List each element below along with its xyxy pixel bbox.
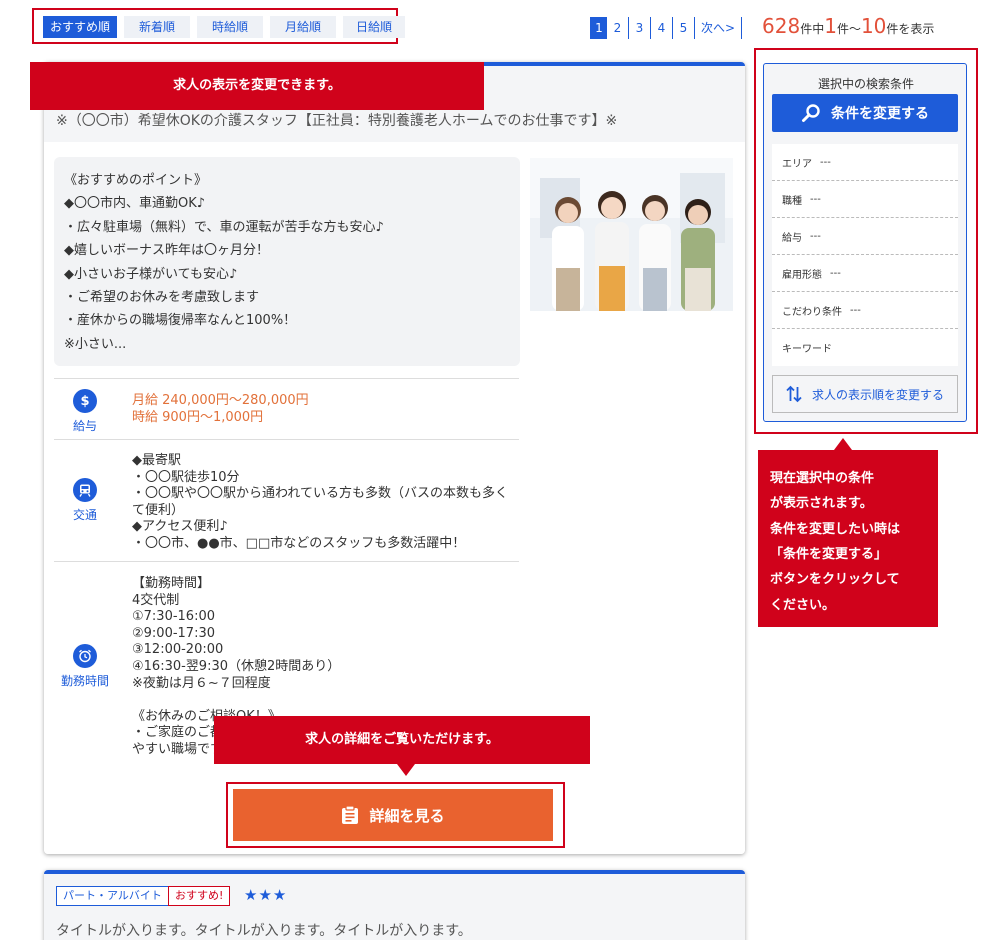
condition-area-label: エリア [782,158,812,170]
condition-salary: 給与 --- [772,218,958,255]
access-row: 交通 ◆最寄駅 ・〇〇駅徒歩10分 ・〇〇駅や〇〇駅から通われている方も多数（バ… [54,439,519,561]
alarm-clock-icon [73,644,97,668]
result-to: 10 [860,14,887,38]
clipboard-icon [342,805,359,824]
page-1-link[interactable]: 1 [590,17,606,39]
condition-employment-value: --- [830,267,841,279]
view-detail-button[interactable]: 詳細を見る [233,789,553,841]
recommend-tag: おすすめ! [168,886,231,906]
job-title[interactable]: ※（〇〇市）希望休OKの介護スタッフ【正社員：特別養護老人ホームでのお仕事です】… [56,110,617,130]
condition-keyword: キーワード [772,329,958,366]
condition-job-type: 職種 --- [772,181,958,218]
condition-callout: 現在選択中の条件 が表示されます。 条件を変更したい時は 「条件を変更する」 ボ… [758,438,938,627]
page-4-link[interactable]: 4 [650,17,672,39]
condition-job-type-value: --- [810,193,821,205]
salary-row: $ 給与 月給 240,000円～280,000円 時給 900円～1,000円 [54,378,519,439]
result-to-suffix: 件を表示 [886,22,935,36]
page-2-link[interactable]: 2 [606,17,628,39]
result-total: 628 [762,14,801,38]
sort-tab-monthly[interactable]: 月給順 [270,16,336,38]
sort-arrows-icon [786,385,802,403]
condition-callout-text: 現在選択中の条件 が表示されます。 条件を変更したい時は 「条件を変更する」 ボ… [770,471,901,613]
page-3-link[interactable]: 3 [628,17,650,39]
condition-employment: 雇用形態 --- [772,255,958,292]
sort-tab-newest[interactable]: 新着順 [124,16,190,38]
sort-callout: 求人の表示を変更できます。 [30,62,484,110]
result-count: 628件中1件～10件を表示 [762,14,934,38]
condition-salary-value: --- [810,230,821,242]
condition-employment-label: 雇用形態 [782,269,822,281]
result-total-suffix: 件中 [800,22,825,36]
hours-label-block: 勤務時間 [54,644,116,689]
next-page-link[interactable]: 次へ> [694,17,743,39]
recommend-points: 《おすすめのポイント》 ◆〇〇市内、車通勤OK♪ ・広々駐車場（無料）で、車の運… [54,157,520,366]
sort-tab-hourly[interactable]: 時給順 [197,16,263,38]
condition-job-type-label: 職種 [782,195,802,207]
condition-preferences: こだわり条件 --- [772,292,958,329]
job-title[interactable]: タイトルが入ります。タイトルが入ります。タイトルが入ります。 [56,920,472,940]
change-conditions-label: 条件を変更する [831,106,929,122]
condition-salary-label: 給与 [782,232,802,244]
page-5-link[interactable]: 5 [672,17,694,39]
result-from-suffix: 件～ [836,22,861,36]
employment-type-tag: パート・アルバイト [56,886,169,906]
sort-tab-recommended[interactable]: おすすめ順 [43,16,117,38]
change-order-label: 求人の表示順を変更する [811,387,944,402]
salary-value: 月給 240,000円～280,000円 時給 900円～1,000円 [132,393,309,425]
search-conditions-title: 選択中の検索条件 [817,77,914,91]
sort-tabs: おすすめ順 新着順 時給順 月給順 日給順 [43,16,405,38]
job-card: パート・アルバイト おすすめ! ★★★ タイトルが入ります。タイトルが入ります。… [44,870,745,940]
search-icon [802,104,820,122]
sort-tab-daily[interactable]: 日給順 [343,16,405,38]
condition-area-value: --- [820,156,831,168]
search-conditions-panel: 選択中の検索条件 条件を変更する エリア --- 職種 --- 給与 --- 雇用形態… [763,63,967,422]
access-label: 交通 [72,508,97,522]
hours-label: 勤務時間 [60,674,109,688]
staff-photo-illustration [530,158,733,311]
pagination: 1 2 3 4 5 次へ> [590,16,743,40]
access-label-block: 交通 [54,478,116,523]
recommend-points-text: 《おすすめのポイント》 ◆〇〇市内、車通勤OK♪ ・広々駐車場（無料）で、車の運… [64,173,384,352]
access-value: ◆最寄駅 ・〇〇駅徒歩10分 ・〇〇駅や〇〇駅から通われている方も多数（バスの本… [132,453,508,551]
result-from: 1 [824,14,837,38]
detail-callout: 求人の詳細をご覧いただけます。 [214,716,590,776]
rating-stars: ★★★ [244,886,288,904]
job-photo [530,158,733,311]
change-conditions-button[interactable]: 条件を変更する [772,94,958,132]
condition-preferences-value: --- [850,304,861,316]
condition-list: エリア --- 職種 --- 給与 --- 雇用形態 --- こだわり条件 --- キーワ… [772,144,958,366]
condition-area: エリア --- [772,144,958,181]
condition-preferences-label: こだわり条件 [782,306,842,318]
train-icon [73,478,97,502]
salary-label-block: $ 給与 [54,389,116,434]
condition-keyword-label: キーワード [782,344,832,355]
change-order-button[interactable]: 求人の表示順を変更する [772,375,958,413]
view-detail-label: 詳細を見る [369,806,445,825]
salary-label: 給与 [72,419,97,433]
yen-coin-icon: $ [73,389,97,413]
